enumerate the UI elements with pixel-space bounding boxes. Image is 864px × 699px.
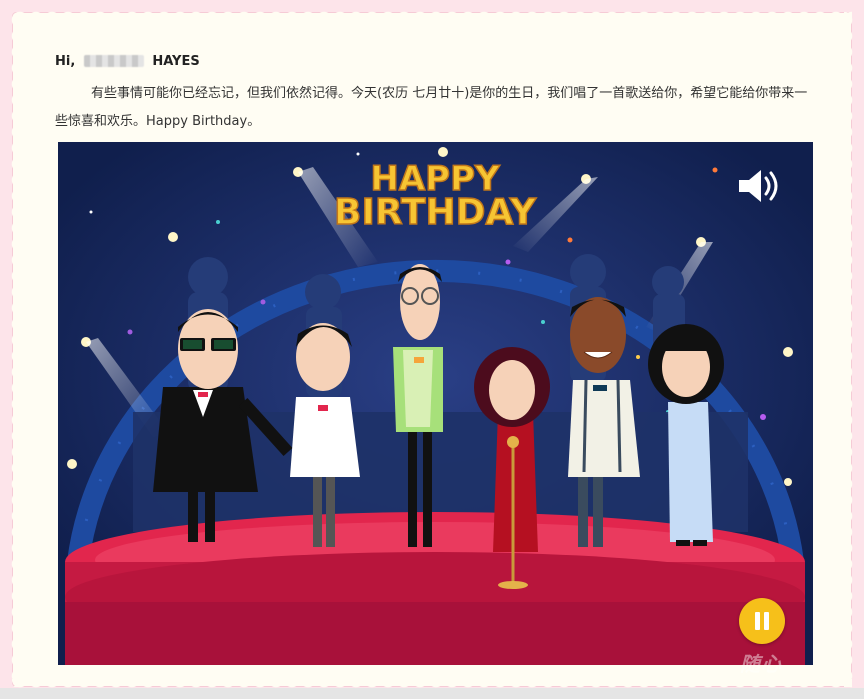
watermark: 随心: [740, 652, 782, 676]
video-title-line2: BIRTHDAY: [334, 192, 537, 233]
scallop-edge-right: [844, 12, 860, 687]
pause-button[interactable]: [739, 598, 785, 644]
greeting-prefix: Hi,: [55, 54, 76, 69]
greeting-name: HAYES: [152, 54, 200, 69]
birthday-message: 有些事情可能你已经忘记，但我们依然记得。今天(农历 七月廿十)是你的生日，我们唱…: [55, 86, 808, 129]
speaker-volume-icon: [739, 170, 778, 202]
greeting-line: Hi, HAYES: [55, 54, 200, 69]
bottom-strip: [0, 688, 864, 699]
redacted-name: [83, 54, 144, 67]
stage-illustration: HAPPY BIRTHDAY: [58, 142, 813, 665]
birthday-video[interactable]: HAPPY BIRTHDAY: [58, 142, 813, 665]
scallop-edge-left: [4, 12, 20, 687]
volume-button[interactable]: [735, 166, 787, 206]
scallop-edge-top: [12, 4, 852, 20]
